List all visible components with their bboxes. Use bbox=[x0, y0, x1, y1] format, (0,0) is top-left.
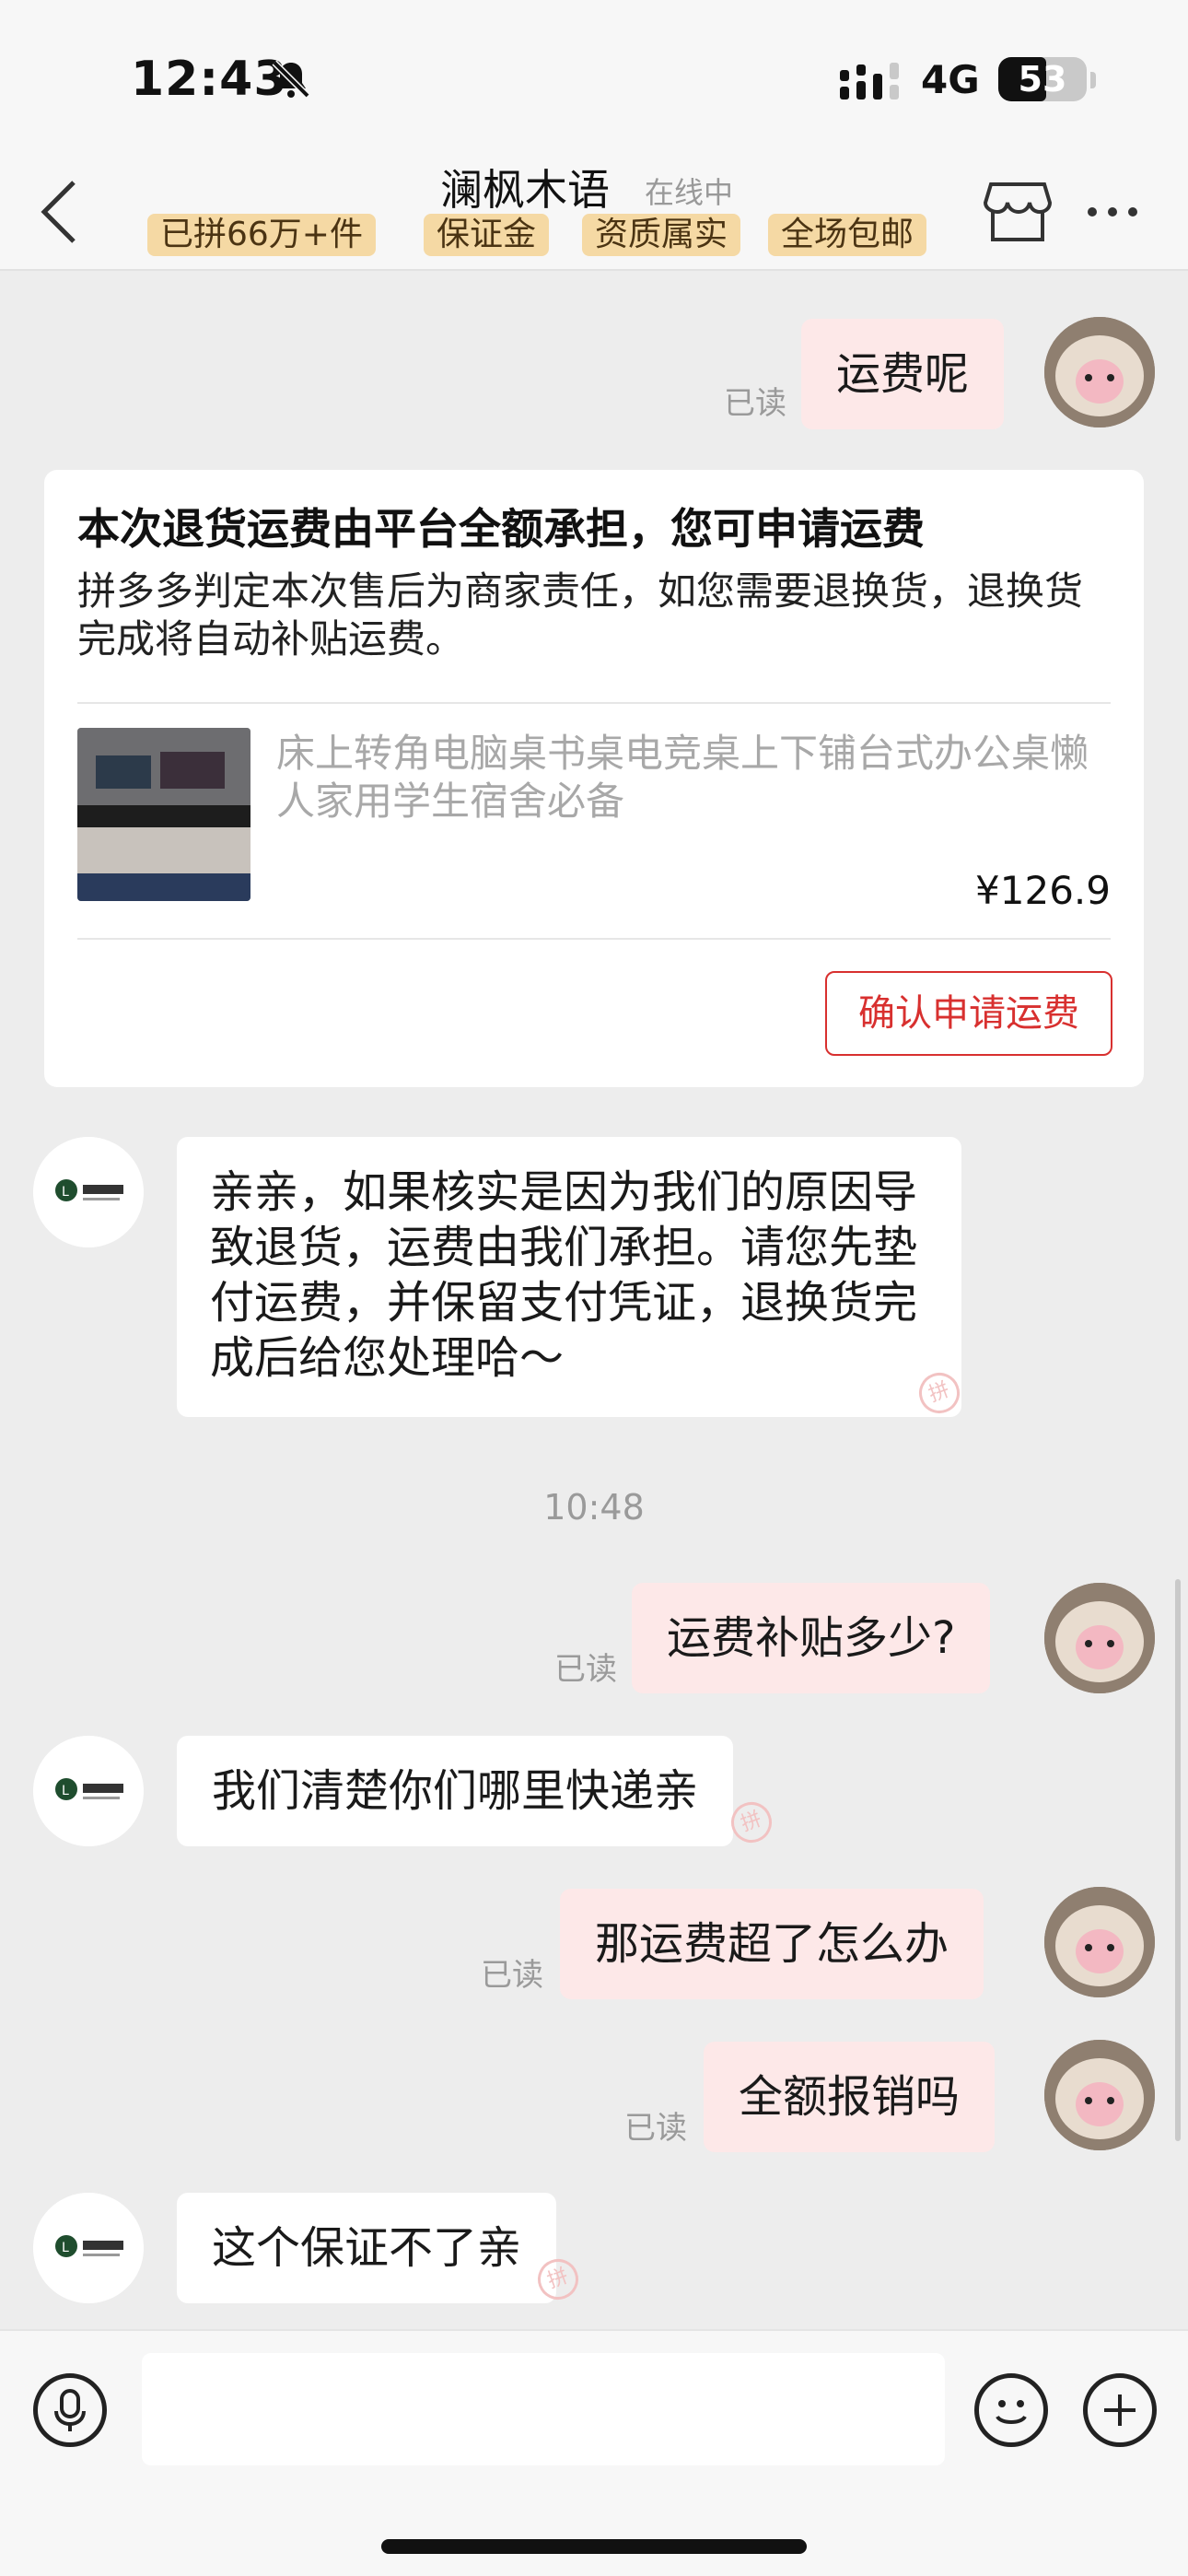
my-message-bubble[interactable]: 运费呢 bbox=[801, 319, 1005, 429]
my-avatar[interactable] bbox=[1044, 2040, 1155, 2150]
battery-tip bbox=[1090, 72, 1096, 88]
shop-avatar[interactable]: L bbox=[33, 2193, 144, 2303]
home-indicator[interactable] bbox=[381, 2539, 807, 2554]
time-separator: 10:48 bbox=[543, 1487, 645, 1528]
badge-deposit: 保证金 bbox=[424, 214, 550, 256]
plus-icon bbox=[1104, 2395, 1136, 2426]
more-actions-button[interactable] bbox=[1083, 2373, 1157, 2447]
confirm-apply-shipping-button[interactable]: 确认申请运费 bbox=[825, 971, 1112, 1056]
read-receipt: 已读 bbox=[724, 385, 786, 422]
my-message-bubble[interactable]: 那运费超了怎么办 bbox=[560, 1889, 984, 1999]
more-icon[interactable] bbox=[1085, 203, 1140, 221]
read-receipt: 已读 bbox=[624, 2110, 687, 2147]
my-avatar[interactable] bbox=[1044, 1887, 1155, 1997]
divider bbox=[77, 938, 1111, 940]
shop-logo-icon: L bbox=[33, 1137, 144, 1247]
shop-message-bubble[interactable]: 我们清楚你们哪里快递亲 bbox=[177, 1736, 734, 1846]
shop-name[interactable]: 澜枫木语 bbox=[440, 157, 610, 217]
svg-text:L: L bbox=[62, 1784, 69, 1798]
status-time: 12:43 bbox=[131, 52, 288, 107]
chat-message-list[interactable]: 已读 运费呢 本次退货运费由平台全额承担，您可申请运费 拼多多判定本次售后为商家… bbox=[0, 271, 1188, 2329]
shop-message-bubble[interactable]: 亲亲，如果核实是因为我们的原因导致退货，运费由我们承担。请您先垫付运费，并保留支… bbox=[177, 1137, 961, 1417]
refund-shipping-card: 本次退货运费由平台全额承担，您可申请运费 拼多多判定本次售后为商家责任，如您需要… bbox=[44, 470, 1144, 1087]
plush-avatar-icon bbox=[1044, 317, 1155, 427]
back-arrow-icon[interactable] bbox=[33, 175, 88, 249]
my-message-bubble[interactable]: 全额报销吗 bbox=[704, 2042, 996, 2152]
message-input[interactable] bbox=[142, 2353, 945, 2465]
shop-avatar[interactable]: L bbox=[33, 1137, 144, 1247]
scrollbar[interactable] bbox=[1175, 1579, 1181, 2141]
svg-text:L: L bbox=[62, 2241, 69, 2255]
my-message-bubble[interactable]: 运费补贴多少? bbox=[632, 1583, 991, 1693]
read-receipt: 已读 bbox=[481, 1957, 543, 1994]
plush-avatar-icon bbox=[1044, 1887, 1155, 1997]
voice-button[interactable] bbox=[33, 2373, 107, 2447]
online-status: 在线中 bbox=[645, 175, 734, 210]
my-avatar[interactable] bbox=[1044, 1583, 1155, 1693]
card-title: 本次退货运费由平台全额承担，您可申请运费 bbox=[77, 504, 925, 554]
shop-logo-icon: L bbox=[33, 1736, 144, 1846]
product-thumbnail[interactable] bbox=[77, 728, 250, 901]
battery-icon: 53 bbox=[998, 57, 1087, 101]
product-price: ¥126.9 bbox=[975, 868, 1111, 913]
shop-avatar[interactable]: L bbox=[33, 1736, 144, 1846]
product-image bbox=[77, 728, 250, 901]
badge-free-shipping: 全场包邮 bbox=[768, 214, 927, 256]
bell-muted-icon bbox=[272, 60, 310, 99]
svg-text:L: L bbox=[62, 1185, 69, 1200]
divider bbox=[77, 702, 1111, 704]
pdd-watermark: 拼 bbox=[725, 1796, 778, 1849]
read-receipt: 已读 bbox=[554, 1651, 617, 1688]
status-bar: 12:43 4G 53 bbox=[0, 0, 1188, 157]
signal-icon bbox=[840, 63, 899, 100]
plush-avatar-icon bbox=[1044, 1583, 1155, 1693]
badge-verified: 资质属实 bbox=[582, 214, 741, 256]
emoji-button[interactable] bbox=[974, 2373, 1048, 2447]
shop-message-bubble[interactable]: 这个保证不了亲 bbox=[177, 2193, 557, 2303]
chat-header: 澜枫木语 在线中 已拼66万+件 保证金 资质属实 全场包邮 bbox=[0, 157, 1188, 271]
battery-level: 53 bbox=[1018, 59, 1067, 100]
smile-icon bbox=[996, 2400, 1027, 2424]
product-name[interactable]: 床上转角电脑桌书桌电竞桌上下铺台式办公桌懒人家用学生宿舍必备 bbox=[276, 730, 1105, 825]
network-type: 4G bbox=[921, 57, 980, 102]
badge-sales: 已拼66万+件 bbox=[147, 214, 376, 256]
shop-logo-icon: L bbox=[33, 2193, 144, 2303]
microphone-icon bbox=[54, 2389, 86, 2431]
plush-avatar-icon bbox=[1044, 2040, 1155, 2150]
card-description: 拼多多判定本次售后为商家责任，如您需要退换货，退换货完成将自动补贴运费。 bbox=[77, 568, 1084, 662]
my-avatar[interactable] bbox=[1044, 317, 1155, 427]
store-icon[interactable] bbox=[984, 177, 1052, 243]
